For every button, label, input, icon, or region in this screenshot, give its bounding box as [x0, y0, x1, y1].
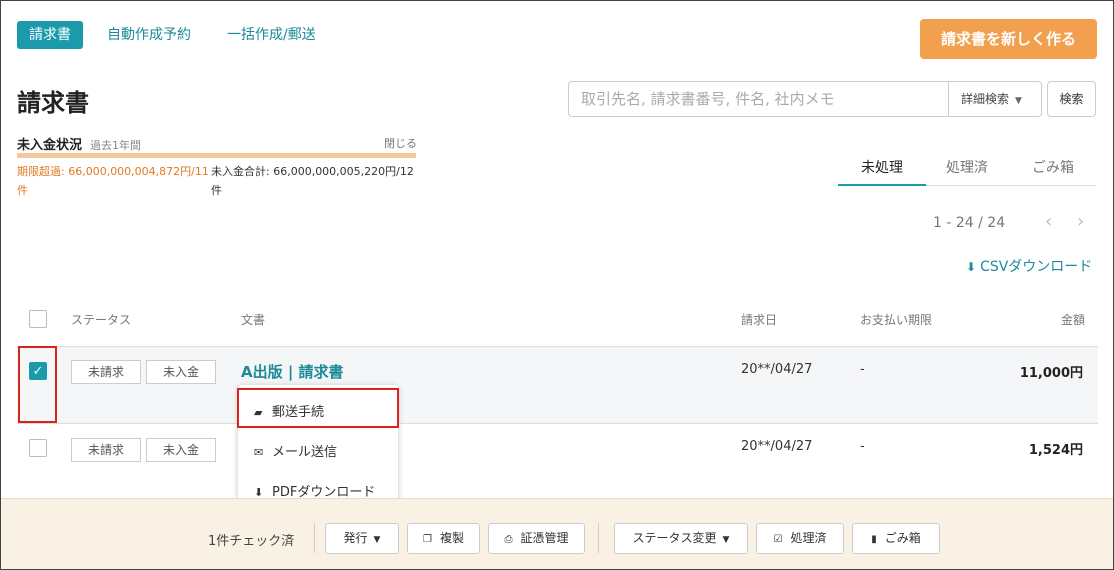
column-header-document: 文書: [241, 313, 266, 327]
unpaid-status-close-link[interactable]: 閉じる: [384, 135, 417, 151]
envelope-icon: ✉: [254, 446, 264, 459]
invoice-date: 20**/04/27: [741, 362, 813, 377]
duplicate-label: 複製: [439, 531, 464, 545]
unpaid-status-label: 未入金状況: [17, 138, 83, 153]
overdue-summary: 期限超過: 66,000,000,004,872円/11件: [17, 165, 209, 197]
active-tab-indicator: [838, 184, 926, 186]
status-badge-unbilled: 未請求: [71, 360, 141, 384]
status-change-button[interactable]: ステータス変更 ▼: [614, 523, 748, 554]
due-date: -: [860, 362, 865, 377]
copy-icon: ❐: [423, 534, 432, 545]
tab-unprocessed[interactable]: 未処理: [861, 157, 903, 177]
page-title: 請求書: [17, 89, 89, 117]
amount: 1,524円: [1028, 443, 1083, 458]
unpaid-status-period: 過去1年間: [90, 139, 142, 152]
checked-count: 1件チェック済: [208, 534, 295, 549]
column-header-status: ステータス: [71, 313, 132, 327]
evidence-button[interactable]: ⎙ 証憑管理: [488, 523, 585, 554]
checkbox-icon: ☑: [773, 534, 783, 545]
status-change-label: ステータス変更: [632, 531, 717, 545]
chevron-right-icon[interactable]: ›: [1077, 211, 1084, 232]
caret-down-icon: ▼: [1015, 96, 1022, 106]
amount: 11,000円: [1019, 366, 1083, 381]
menu-item-email[interactable]: ✉ メール送信: [254, 441, 337, 460]
duplicate-button[interactable]: ❐ 複製: [407, 523, 480, 554]
advanced-search-label: 詳細検索: [961, 92, 1010, 106]
caret-down-icon: ▼: [373, 535, 381, 545]
mark-processed-button[interactable]: ☑ 処理済: [756, 523, 844, 554]
trash-icon: ▮: [871, 534, 877, 545]
processed-label: 処理済: [790, 531, 827, 545]
tab-trash[interactable]: ごみ箱: [1032, 157, 1074, 177]
row-divider: [17, 423, 1098, 424]
status-badge-unbilled: 未請求: [71, 438, 141, 462]
select-all-checkbox[interactable]: [29, 310, 47, 328]
nav-tab-invoices[interactable]: 請求書: [17, 21, 83, 49]
issue-label: 発行: [343, 531, 368, 545]
unpaid-total-summary: 未入金合計: 66,000,000,005,220円/12件: [211, 165, 414, 197]
create-invoice-button[interactable]: 請求書を新しく作る: [920, 19, 1097, 59]
evidence-icon: ⎙: [504, 534, 513, 545]
column-header-invoice-date: 請求日: [741, 313, 778, 327]
caret-down-icon: ▼: [722, 535, 730, 545]
issue-button[interactable]: 発行 ▼: [325, 523, 399, 554]
unpaid-status-bar: [17, 153, 416, 158]
search-button[interactable]: 検索: [1047, 81, 1096, 117]
csv-download-label: CSVダウンロード: [980, 259, 1093, 275]
chevron-left-icon[interactable]: ‹: [1045, 211, 1052, 232]
unpaid-status-title: 未入金状況 過去1年間: [17, 134, 141, 153]
row-checkbox[interactable]: [29, 439, 47, 457]
document-link[interactable]: A出版 | 請求書: [241, 361, 344, 382]
nav-tab-auto-schedule[interactable]: 自動作成予約: [107, 21, 191, 49]
highlight-box: [18, 346, 57, 423]
status-badge-unpaid: 未入金: [146, 360, 216, 384]
nav-tab-bulk-create[interactable]: 一括作成/郵送: [227, 21, 316, 49]
table-row[interactable]: [17, 347, 1098, 423]
evidence-label: 証憑管理: [520, 531, 569, 545]
advanced-search-dropdown[interactable]: 詳細検索 ▼: [948, 82, 1041, 116]
column-header-due-date: お支払い期限: [860, 313, 933, 327]
csv-download-link[interactable]: ⬇ CSVダウンロード: [966, 256, 1092, 276]
download-icon: ⬇: [966, 260, 977, 274]
tab-processed[interactable]: 処理済: [946, 157, 988, 177]
invoice-date: 20**/04/27: [741, 439, 813, 454]
separator: [314, 523, 315, 553]
trash-button[interactable]: ▮ ごみ箱: [852, 523, 940, 554]
search-box: 詳細検索 ▼: [568, 81, 1042, 117]
due-date: -: [860, 439, 865, 454]
search-input[interactable]: [569, 82, 948, 116]
menu-item-email-label: メール送信: [272, 445, 338, 460]
separator: [598, 523, 599, 553]
trash-label: ごみ箱: [884, 531, 921, 545]
pagination-range: 1 - 24 / 24: [933, 215, 1006, 231]
highlight-box: [237, 388, 399, 428]
status-badge-unpaid: 未入金: [146, 438, 216, 462]
column-header-amount: 金額: [1061, 313, 1086, 327]
